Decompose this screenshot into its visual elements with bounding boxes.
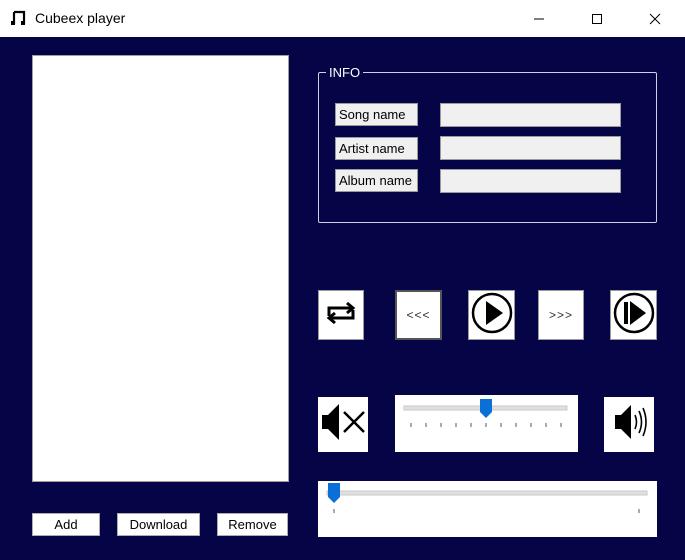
repeat-icon [322,298,360,333]
song-name-field[interactable] [440,103,621,127]
music-note-icon [10,9,28,27]
volume-slider[interactable] [395,395,578,452]
main-panel: Add Download Remove INFO Song name Artis… [0,37,685,560]
song-name-label: Song name [335,103,418,126]
playlist-box[interactable] [32,55,289,482]
volume-slider-thumb[interactable] [480,399,492,418]
play-end-icon [612,291,656,340]
artist-name-label: Artist name [335,137,418,160]
previous-button[interactable]: <<< [395,290,442,340]
seek-slider[interactable] [318,481,657,537]
album-name-label: Album name [335,169,418,192]
remove-button[interactable]: Remove [217,513,288,536]
artist-name-field[interactable] [440,136,621,160]
mute-icon [319,396,367,453]
volume-icon [605,396,653,453]
seek-slider-thumb[interactable] [328,483,340,503]
album-name-field[interactable] [440,169,621,193]
previous-label: <<< [406,308,431,322]
maximize-button[interactable] [574,0,620,37]
title-bar: Cubeex player [0,0,685,37]
next-label: >>> [548,308,574,322]
repeat-button[interactable] [318,290,364,340]
download-button[interactable]: Download [117,513,200,536]
window-title: Cubeex player [35,10,126,26]
info-legend: INFO [326,65,364,80]
play-icon [470,291,514,340]
play-button[interactable] [468,290,515,340]
close-button[interactable] [632,0,678,37]
volume-button[interactable] [604,397,654,452]
play-end-button[interactable] [610,290,657,340]
next-button[interactable]: >>> [538,290,584,340]
add-button[interactable]: Add [32,513,100,536]
minimize-button[interactable] [516,0,562,37]
mute-button[interactable] [318,397,368,452]
